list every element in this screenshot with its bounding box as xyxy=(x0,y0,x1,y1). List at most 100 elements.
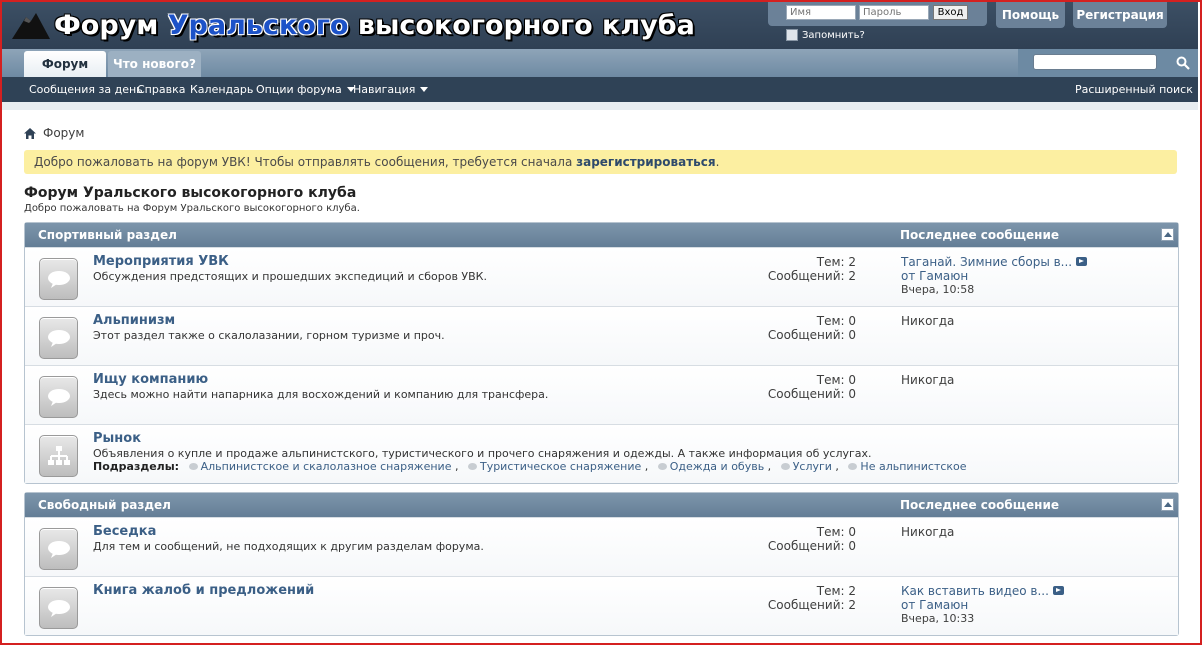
search-button[interactable] xyxy=(1171,52,1195,74)
notice-end: . xyxy=(715,155,720,169)
subforums-label: Подразделы: xyxy=(93,460,180,473)
breadcrumb-forum[interactable]: Форум xyxy=(43,126,84,140)
forum-title[interactable]: Мероприятия УВК xyxy=(93,254,229,269)
menu-navigation[interactable]: Навигация xyxy=(353,77,429,102)
tab-forum[interactable]: Форум xyxy=(24,51,106,77)
notice-text: Добро пожаловать на форум УВК! Чтобы отп… xyxy=(34,155,577,169)
category-title[interactable]: Свободный раздел xyxy=(38,493,171,517)
register-link[interactable]: зарегистрироваться xyxy=(576,155,715,169)
forum-icon xyxy=(39,528,78,570)
link-todays-posts[interactable]: Сообщения за день xyxy=(29,77,143,102)
category-title[interactable]: Спортивный раздел xyxy=(38,223,177,247)
topic-count: Тем: 2 xyxy=(816,255,856,269)
subforum-link[interactable]: Не альпинистское xyxy=(860,460,966,473)
sub-navbar: Сообщения за день Справка Календарь Опци… xyxy=(2,77,1198,102)
topic-count: Тем: 2 xyxy=(816,584,856,598)
collapse-button[interactable] xyxy=(1161,228,1174,241)
collapse-icon xyxy=(1163,502,1172,507)
forum-icon xyxy=(39,435,78,477)
remember-me[interactable]: Запомнить? xyxy=(786,29,865,41)
speech-bubble-icon xyxy=(47,600,70,617)
subforum-bubble-icon xyxy=(188,463,198,470)
forum-description: Этот раздел также о скалолазании, горном… xyxy=(93,329,445,342)
go-to-post-icon[interactable] xyxy=(1052,586,1064,595)
last-post: Таганай. Зимние сборы в... от Гамаюн Вче… xyxy=(901,255,1088,297)
forum-stats: Тем: 0 Сообщений: 0 xyxy=(768,525,856,553)
last-post-title[interactable]: Как вставить видео в... xyxy=(901,584,1049,598)
link-help[interactable]: Справка xyxy=(137,77,185,102)
forum-icon xyxy=(39,317,78,359)
collapse-icon xyxy=(1163,232,1172,237)
forum-icon xyxy=(39,376,78,418)
menu-forum-options[interactable]: Опции форума xyxy=(256,77,355,102)
category-free: Свободный раздел Последнее сообщение Бес… xyxy=(24,492,1179,636)
subforum-link[interactable]: Туристическое снаряжение xyxy=(480,460,641,473)
password-input[interactable] xyxy=(859,5,929,20)
post-count: Сообщений: 2 xyxy=(767,598,856,612)
subforums-list: Подразделы: Альпинистское и скалолазное … xyxy=(93,460,967,473)
last-post-author[interactable]: от Гамаюн xyxy=(901,598,1064,612)
last-post-title[interactable]: Таганай. Зимние сборы в... xyxy=(901,255,1072,269)
subforum-link[interactable]: Услуги xyxy=(793,460,832,473)
forum-row: Мероприятия УВК Обсуждения предстоящих и… xyxy=(25,247,1178,306)
search-input[interactable] xyxy=(1033,54,1157,70)
last-post: Никогда xyxy=(901,373,954,387)
login-form: Вход xyxy=(768,2,987,26)
page-description: Добро пожаловать на Форум Уральского выс… xyxy=(24,203,360,214)
last-post-never: Никогда xyxy=(901,373,955,387)
last-post-never: Никогда xyxy=(901,314,955,328)
home-icon[interactable] xyxy=(24,127,36,139)
forum-row: Ищу компанию Здесь можно найти напарника… xyxy=(25,365,1178,424)
page-title: Форум Уральского высокогорного клуба xyxy=(24,185,357,201)
speech-bubble-icon xyxy=(47,541,70,558)
collapse-button[interactable] xyxy=(1161,498,1174,511)
speech-bubble-icon xyxy=(47,330,70,347)
subforum-bubble-icon xyxy=(657,463,667,470)
link-calendar[interactable]: Календарь xyxy=(190,77,253,102)
last-post: Никогда xyxy=(901,314,954,328)
subforum-link[interactable]: Одежда и обувь xyxy=(670,460,764,473)
post-count: Сообщений: 0 xyxy=(767,328,856,342)
forum-title[interactable]: Книга жалоб и предложений xyxy=(93,583,314,598)
last-post: Как вставить видео в... от Гамаюн Вчера,… xyxy=(901,584,1064,626)
site-logo[interactable]: Форум Уральского высокогорного клуба xyxy=(12,6,695,44)
category-header: Спортивный раздел Последнее сообщение xyxy=(25,223,1178,247)
last-post-header: Последнее сообщение xyxy=(900,228,1059,242)
logo-title: Форум Уральского высокогорного клуба xyxy=(54,9,695,41)
breadcrumb: Форум xyxy=(24,126,84,140)
remember-label: Запомнить? xyxy=(802,29,865,41)
login-button[interactable]: Вход xyxy=(933,5,968,20)
subforum-link[interactable]: Альпинистское и скалолазное снаряжение xyxy=(201,460,452,473)
post-count: Сообщений: 0 xyxy=(767,387,856,401)
forum-stats: Тем: 2 Сообщений: 2 xyxy=(768,584,856,612)
forum-title[interactable]: Ищу компанию xyxy=(93,372,208,387)
link-advanced-search[interactable]: Расширенный поиск xyxy=(1075,77,1193,102)
forum-stats: Тем: 0 Сообщений: 0 xyxy=(768,373,856,401)
forum-title[interactable]: Беседка xyxy=(93,524,156,539)
speech-bubble-icon xyxy=(47,389,70,406)
help-button[interactable]: Помощь xyxy=(996,2,1065,28)
forum-description: Для тем и сообщений, не подходящих к дру… xyxy=(93,540,484,553)
tab-whats-new[interactable]: Что нового? xyxy=(108,51,201,77)
category-header: Свободный раздел Последнее сообщение xyxy=(25,493,1178,517)
forum-title[interactable]: Рынок xyxy=(93,431,141,446)
go-to-post-icon[interactable] xyxy=(1076,257,1088,266)
speech-bubble-icon xyxy=(47,271,70,288)
forum-stats: Тем: 0 Сообщений: 0 xyxy=(768,314,856,342)
last-post-author[interactable]: от Гамаюн xyxy=(901,269,1087,283)
subforum-bubble-icon xyxy=(780,463,790,470)
last-post-time: Вчера, 10:58 xyxy=(901,283,975,296)
chevron-down-icon xyxy=(420,87,429,92)
topic-count: Тем: 0 xyxy=(816,373,856,387)
remember-checkbox[interactable] xyxy=(786,29,798,41)
subforum-bubble-icon xyxy=(848,463,858,470)
category-sport: Спортивный раздел Последнее сообщение Ме… xyxy=(24,222,1179,484)
forum-row: Беседка Для тем и сообщений, не подходящ… xyxy=(25,517,1178,576)
forum-title[interactable]: Альпинизм xyxy=(93,313,175,328)
last-post-never: Никогда xyxy=(901,525,955,539)
username-input[interactable] xyxy=(786,5,856,20)
register-button[interactable]: Регистрация xyxy=(1073,2,1167,28)
last-post-header: Последнее сообщение xyxy=(900,498,1059,512)
forum-row: Альпинизм Этот раздел также о скалолазан… xyxy=(25,306,1178,365)
topic-count: Тем: 0 xyxy=(816,525,856,539)
